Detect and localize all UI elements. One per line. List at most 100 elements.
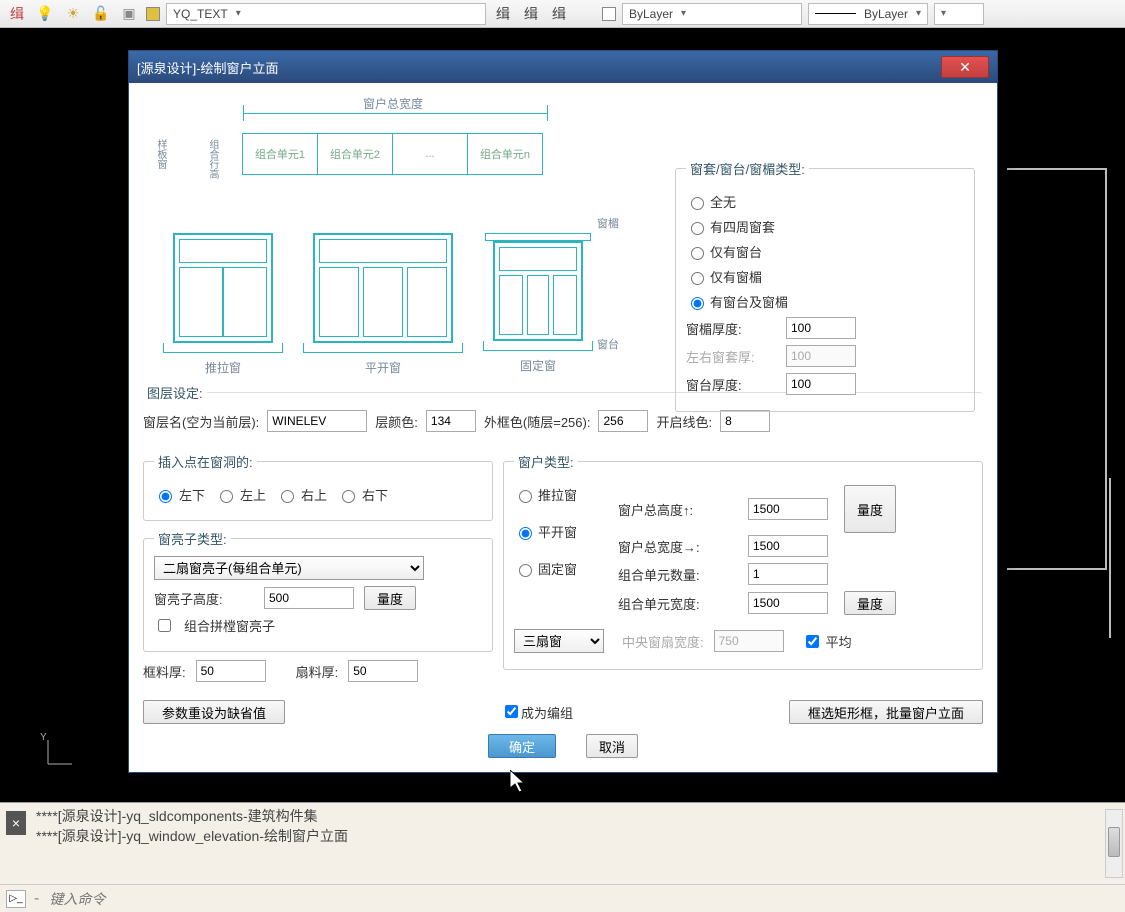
transom-measure-button[interactable]: 量度 — [364, 586, 416, 610]
outer-color-label: 外框色(随层=256): — [484, 412, 591, 431]
row-height-label: 组合行高 — [205, 139, 220, 179]
frame-sill-radio[interactable] — [691, 247, 704, 260]
ucs-icon: Y — [40, 732, 80, 772]
layer-iso-icon[interactable]: 缉 — [548, 3, 570, 25]
chevron-down-icon: ▾ — [236, 8, 241, 19]
chevron-down-icon: ▾ — [681, 8, 686, 19]
center-width-label: 中央窗扇宽度: — [622, 632, 704, 651]
insert-tl-radio[interactable] — [220, 490, 233, 503]
insert-point-group: 插入点在窗洞的: 左下 左上 右上 右下 — [143, 452, 493, 521]
command-history[interactable]: × ****[源泉设计]-yq_sldcomponents-建筑构件集 ****… — [0, 802, 1125, 884]
lock-icon: 🔓 — [90, 3, 112, 25]
layer-props-icon[interactable]: 缉 — [6, 3, 28, 25]
frame-none-radio[interactable] — [691, 197, 704, 210]
cancel-button[interactable]: 取消 — [586, 734, 638, 758]
total-width-input[interactable] — [748, 535, 828, 557]
chevron-down-icon: ▾ — [916, 8, 921, 19]
bulb-icon: 💡 — [34, 3, 56, 25]
linetype-dropdown[interactable]: ByLayer ▾ — [808, 3, 928, 25]
sun-icon: ☀ — [62, 3, 84, 25]
cmd-history-line: ****[源泉设计]-yq_sldcomponents-建筑构件集 — [36, 807, 1119, 827]
lintel-label: 窗楣 — [597, 215, 619, 231]
outer-color-input[interactable] — [598, 410, 648, 432]
layer-states-icon[interactable]: 缉 — [492, 3, 514, 25]
frame-lintel-radio[interactable] — [691, 272, 704, 285]
color-value: ByLayer — [629, 7, 673, 21]
transom-height-input[interactable] — [264, 587, 354, 609]
total-width-label: 窗户总宽度 — [363, 95, 423, 112]
layer-name: YQ_TEXT — [173, 7, 228, 21]
insert-legend: 插入点在窗洞的: — [154, 452, 257, 471]
top-toolbar: 缉 💡 ☀ 🔓 ▣ YQ_TEXT ▾ 缉 缉 缉 ByLayer ▾ ByLa… — [0, 0, 1125, 28]
plot-icon: ▣ — [118, 3, 140, 25]
sash-count-combo[interactable]: 三扇窗 — [514, 629, 604, 653]
transom-type-combo[interactable]: 二扇窗亮子(每组合单元) — [154, 556, 424, 580]
frame-type-legend: 窗套/窗台/窗楣类型: — [686, 159, 809, 178]
layer-color-swatch — [146, 7, 160, 21]
transom-height-label: 窗亮子高度: — [154, 589, 254, 608]
batch-rect-button[interactable]: 框选矩形框，批量窗户立面 — [789, 700, 983, 724]
wintype-legend: 窗户类型: — [514, 452, 578, 471]
dialog-body: 窗户总宽度 组合行高 组合单元1 组合单元2 ... 组合单元n 样板窗 — [129, 83, 997, 772]
lineweight-dropdown[interactable]: ▾ — [934, 3, 984, 25]
sill-thick-input[interactable] — [786, 373, 856, 395]
color-dropdown[interactable]: ByLayer ▾ — [622, 3, 802, 25]
reset-defaults-button[interactable]: 参数重设为缺省值 — [143, 700, 285, 724]
lintel-thick-input[interactable] — [786, 317, 856, 339]
layer-color-input[interactable] — [426, 410, 476, 432]
color-swatch[interactable] — [602, 7, 616, 21]
close-button[interactable]: ✕ — [941, 56, 989, 78]
cmd-prompt-icon[interactable]: ▷_ — [6, 890, 26, 908]
ok-button[interactable]: 确定 — [488, 734, 556, 758]
command-input-row: ▷_ - — [0, 884, 1125, 912]
scrollbar[interactable] — [1105, 809, 1123, 878]
frame-both-radio[interactable] — [691, 297, 704, 310]
transom-legend: 窗亮子类型: — [154, 529, 231, 548]
wt-sliding-radio[interactable] — [519, 490, 532, 503]
unit-cell: 组合单元2 — [317, 133, 393, 175]
make-group-checkbox[interactable] — [505, 705, 518, 718]
frame-thick-label: 框料厚: — [143, 662, 186, 681]
layer-dropdown[interactable]: YQ_TEXT ▾ — [166, 3, 486, 25]
window-elevation-dialog: [源泉设计]-绘制窗户立面 ✕ 窗户总宽度 组合行高 组合单元1 组合单元2 .… — [128, 50, 998, 773]
side-label: 样板窗 — [153, 139, 168, 169]
insert-bl-radio[interactable] — [159, 490, 172, 503]
sash-thick-input[interactable] — [348, 660, 418, 682]
insert-br-radio[interactable] — [342, 490, 355, 503]
total-height-input[interactable] — [748, 498, 828, 520]
frame-thick-input[interactable] — [196, 660, 266, 682]
unit-width-input[interactable] — [748, 592, 828, 614]
unit-cell: 组合单元1 — [242, 133, 318, 175]
cmd-history-line: ****[源泉设计]-yq_window_elevation-绘制窗户立面 — [36, 827, 1119, 847]
wt-casement-radio[interactable] — [519, 527, 532, 540]
insert-tr-radio[interactable] — [281, 490, 294, 503]
layer-name-label: 窗层名(空为当前层): — [143, 412, 259, 431]
transom-group: 窗亮子类型: 二扇窗亮子(每组合单元) 窗亮子高度: 量度 组合拼樘窗亮子 — [143, 529, 493, 652]
sill-label: 窗台 — [597, 336, 619, 352]
command-area: × ****[源泉设计]-yq_sldcomponents-建筑构件集 ****… — [0, 802, 1125, 912]
command-input[interactable] — [47, 890, 1119, 908]
side-thick-input — [786, 345, 856, 367]
line-preview — [815, 13, 856, 14]
sash-thick-label: 扇料厚: — [296, 662, 339, 681]
frame-surround-radio[interactable] — [691, 222, 704, 235]
center-width-input — [714, 630, 784, 652]
unit-count-input[interactable] — [748, 563, 828, 585]
frame-type-group: 窗套/窗台/窗楣类型: 全无 有四周窗套 仅有窗台 仅有窗楣 有窗台及窗楣 窗楣… — [675, 159, 975, 412]
measure-hw-button[interactable]: 量度 — [844, 485, 896, 533]
close-icon: ✕ — [959, 59, 971, 76]
unit-cell: 组合单元n — [467, 133, 543, 175]
avg-checkbox[interactable] — [806, 635, 819, 648]
dialog-titlebar[interactable]: [源泉设计]-绘制窗户立面 ✕ — [129, 51, 997, 83]
layer-legend: 图层设定: — [143, 383, 207, 402]
layer-color-label: 层颜色: — [375, 412, 418, 431]
layer-match-icon[interactable]: 缉 — [520, 3, 542, 25]
wt-fixed-radio[interactable] — [519, 564, 532, 577]
combine-transom-checkbox[interactable] — [158, 619, 171, 632]
win-type-label: 平开窗 — [313, 359, 453, 376]
close-cmd-icon[interactable]: × — [6, 811, 26, 835]
window-type-group: 窗户类型: 推拉窗 平开窗 固定窗 窗户总高度↑: 量度 — [503, 452, 983, 670]
layer-name-input[interactable] — [267, 410, 367, 432]
measure-unit-button[interactable]: 量度 — [844, 591, 896, 615]
unit-cell: ... — [392, 133, 468, 175]
